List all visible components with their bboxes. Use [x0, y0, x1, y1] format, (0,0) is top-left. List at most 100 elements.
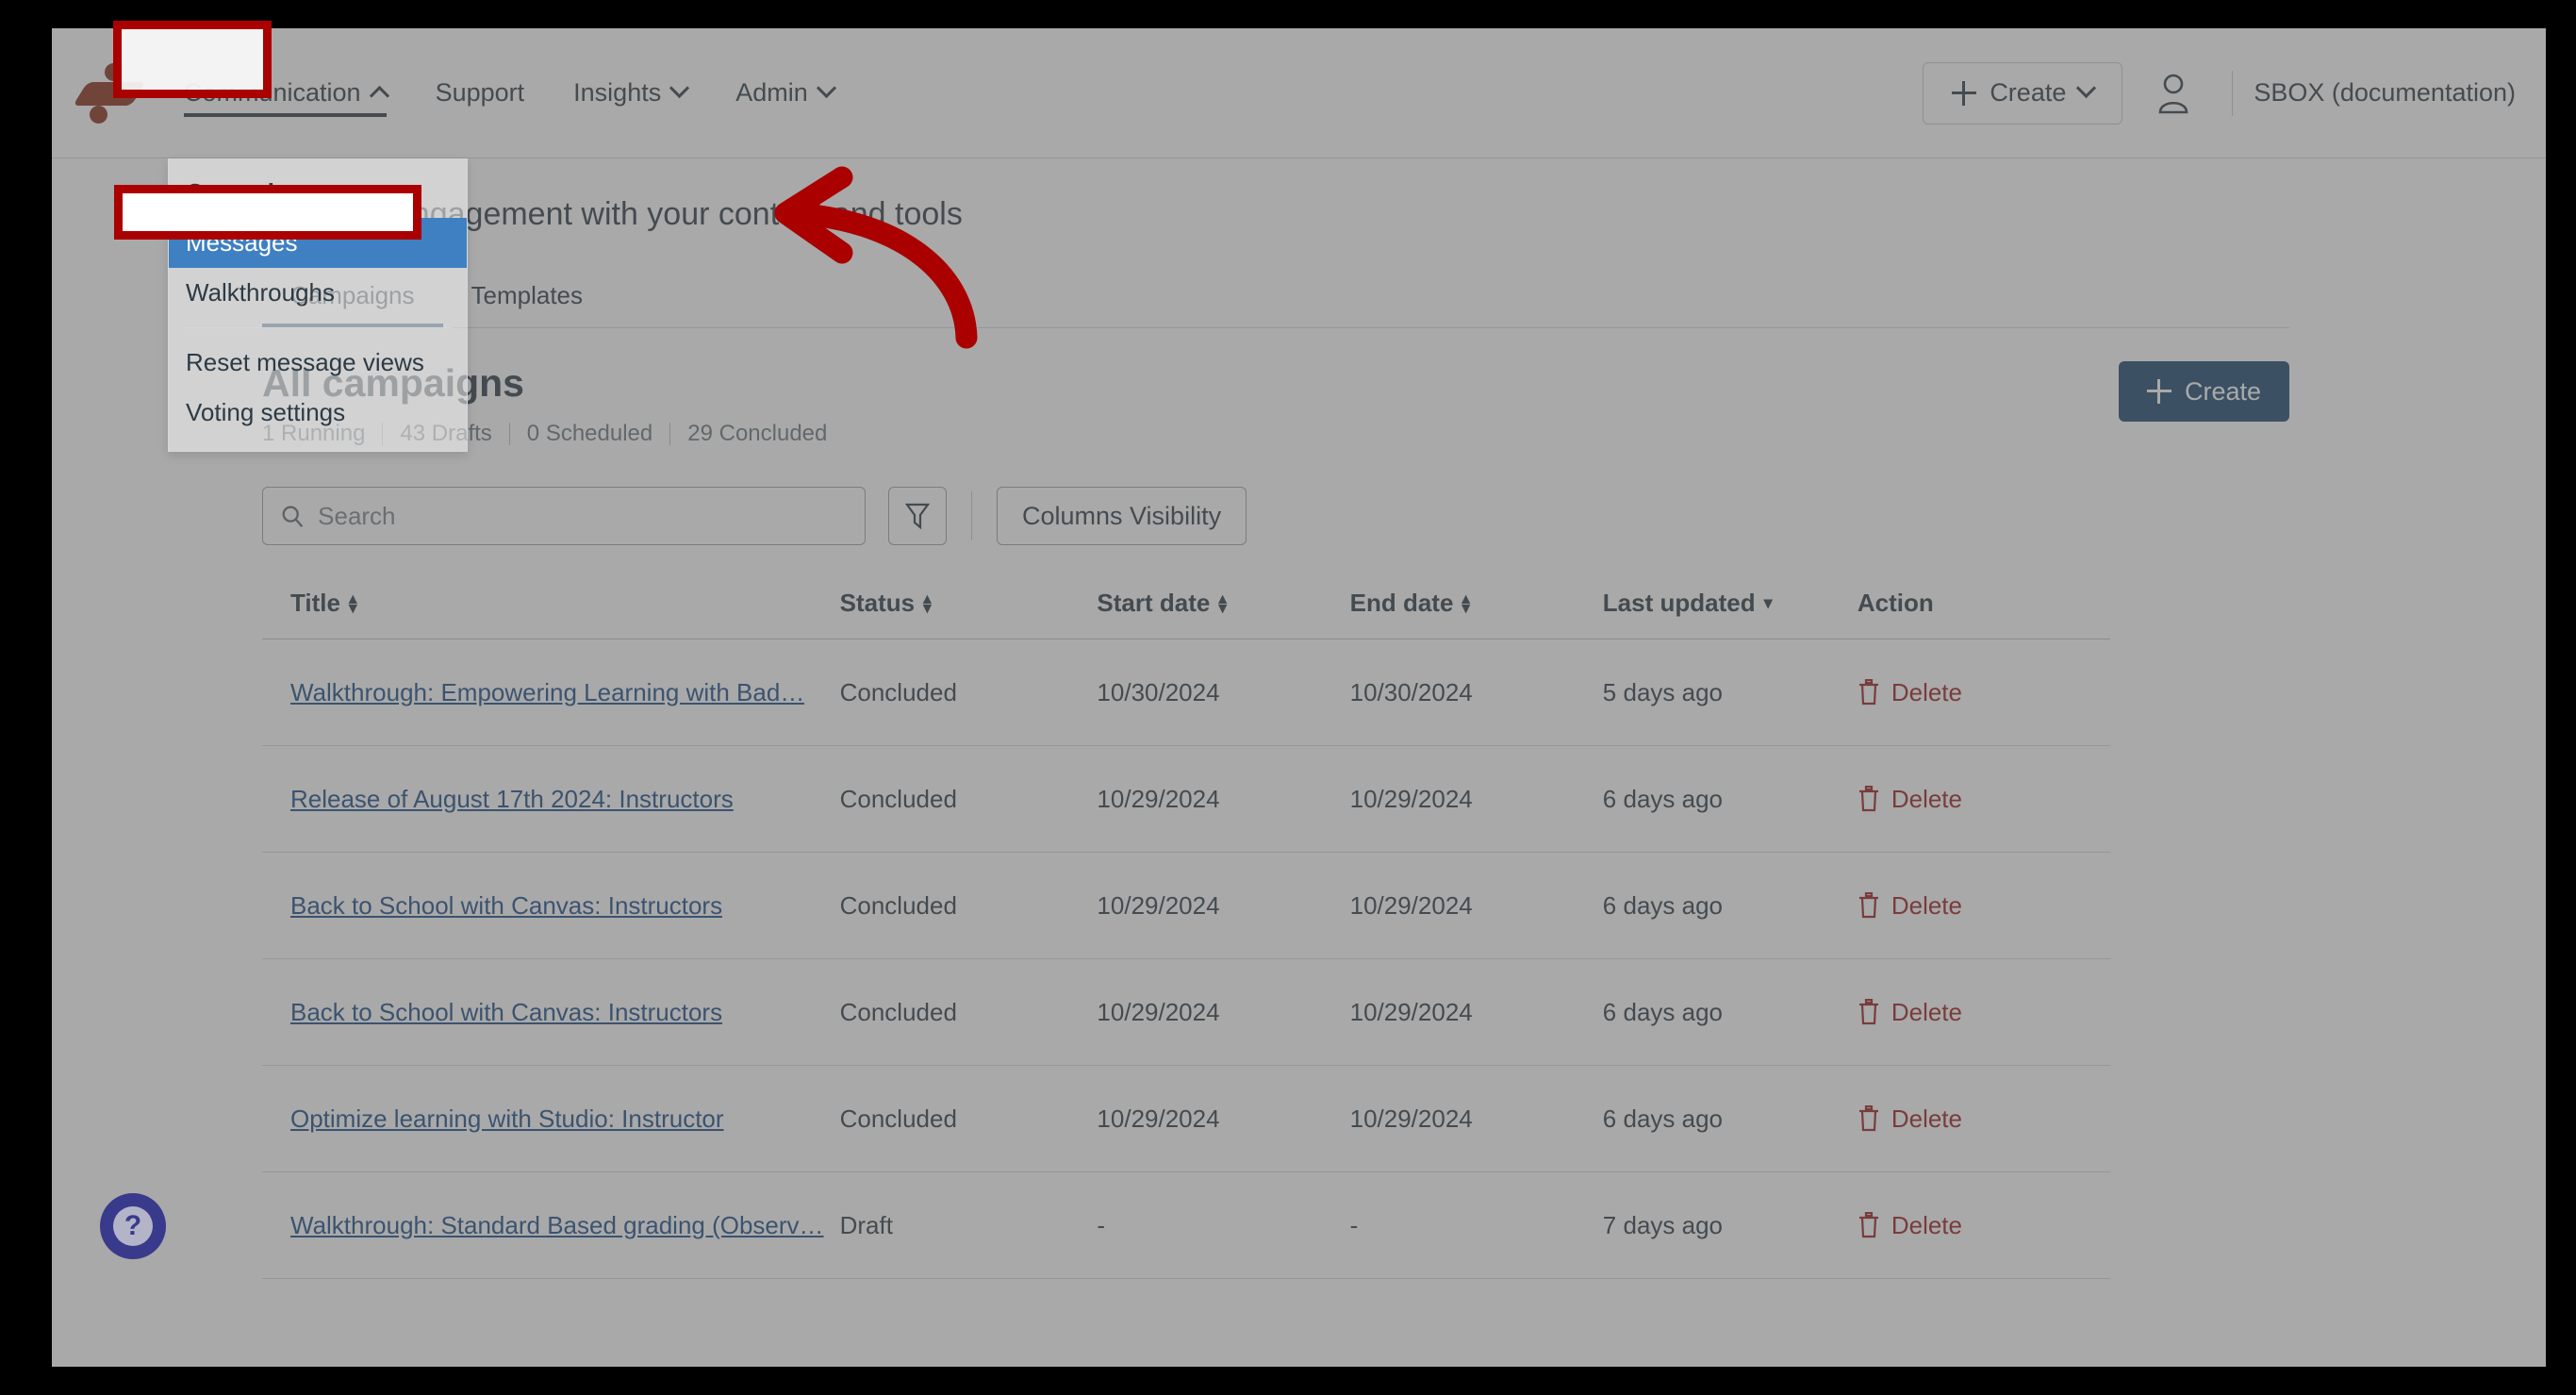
- nav-item-communication-label: Communication: [184, 78, 361, 107]
- column-header-last-updated-label: Last updated: [1602, 589, 1756, 617]
- cell-start-date: 10/29/2024: [1097, 1104, 1220, 1133]
- campaigns-panel: All campaigns 1 Running 43 Drafts 0 Sche…: [262, 361, 2289, 1279]
- delete-button[interactable]: Delete: [1858, 785, 1962, 814]
- chevron-down-icon: [2076, 77, 2097, 99]
- delete-button-label: Delete: [1891, 677, 1962, 706]
- delete-button[interactable]: Delete: [1858, 678, 1962, 707]
- nav-item-admin[interactable]: Admin: [711, 28, 858, 158]
- sort-icon: ▴ ▾: [923, 590, 932, 617]
- sort-desc-icon: ▾: [1763, 593, 1773, 612]
- plus-icon: [2146, 379, 2171, 404]
- cell-title: Walkthrough: Empowering Learning with Ba…: [262, 639, 840, 745]
- campaign-title-link[interactable]: Back to School with Canvas: Instructors: [290, 891, 722, 921]
- cell-action: Delete: [1858, 1066, 2110, 1171]
- table-header-row: Title ▴ ▾ Status ▴ ▾ Start date ▴ ▾ End d: [262, 589, 2110, 639]
- delete-button-label: Delete: [1891, 1210, 1962, 1239]
- help-button[interactable]: ?: [100, 1193, 166, 1259]
- trash-icon: [1858, 786, 1878, 812]
- delete-button[interactable]: Delete: [1858, 1104, 1962, 1134]
- nav-item-support-label: Support: [435, 78, 525, 107]
- cell-status: Concluded: [839, 677, 957, 706]
- cell-start-date: 10/29/2024: [1097, 784, 1220, 813]
- campaign-title-link[interactable]: Walkthrough: Standard Based grading (Obs…: [290, 1211, 824, 1240]
- cell-action: Delete: [1858, 853, 2110, 958]
- column-header-end-date[interactable]: End date ▴ ▾: [1350, 589, 1603, 639]
- create-button-label: Create: [2184, 376, 2261, 406]
- column-header-status[interactable]: Status ▴ ▾: [840, 589, 1098, 639]
- nav-item-insights-label: Insights: [573, 78, 662, 107]
- table-header: Title ▴ ▾ Status ▴ ▾ Start date ▴ ▾ End d: [262, 589, 2110, 639]
- table-row: Walkthrough: Empowering Learning with Ba…: [262, 639, 2110, 746]
- cell-last-updated: 6 days ago: [1602, 784, 1724, 813]
- tab-templates[interactable]: Templates: [443, 281, 612, 327]
- menu-item-voting-settings[interactable]: Voting settings: [169, 388, 467, 438]
- campaigns-table: Title ▴ ▾ Status ▴ ▾ Start date ▴ ▾ End d: [262, 589, 2110, 1279]
- nav-item-support[interactable]: Support: [411, 28, 550, 158]
- table-row: Release of August 17th 2024: Instructors…: [262, 746, 2110, 853]
- columns-visibility-label: Columns Visibility: [1022, 501, 1222, 530]
- content-tabs: Campaigns Templates: [262, 281, 2289, 328]
- nav-divider: [2232, 70, 2234, 116]
- campaign-title-link[interactable]: Back to School with Canvas: Instructors: [290, 998, 722, 1027]
- delete-button[interactable]: Delete: [1858, 998, 1962, 1027]
- column-header-title[interactable]: Title ▴ ▾: [262, 589, 840, 639]
- cell-end-date: 10/29/2024: [1349, 1104, 1473, 1133]
- cell-title: Back to School with Canvas: Instructors: [262, 959, 840, 1065]
- delete-button[interactable]: Delete: [1858, 1211, 1962, 1240]
- cell-last-updated: 6 days ago: [1602, 997, 1724, 1026]
- delete-button-label: Delete: [1891, 1104, 1962, 1133]
- menu-item-campaigns-label: Campaigns: [186, 178, 319, 207]
- top-navigation-bar: Communication Support Insights Admin Cre…: [52, 28, 2546, 158]
- delete-button[interactable]: Delete: [1858, 891, 1962, 921]
- menu-item-campaigns[interactable]: Campaigns: [169, 168, 467, 218]
- filter-icon: [905, 503, 930, 530]
- cell-status: Concluded: [839, 784, 957, 813]
- cell-title: Optimize learning with Studio: Instructo…: [262, 1066, 840, 1171]
- communication-dropdown-menu: Campaigns Messages Walkthroughs Reset me…: [168, 158, 468, 452]
- menu-item-messages-label: Messages: [186, 228, 298, 257]
- sort-icon: ▴ ▾: [348, 590, 357, 617]
- column-header-start-date[interactable]: Start date ▴ ▾: [1097, 589, 1349, 639]
- trash-icon: [1858, 1105, 1878, 1132]
- column-header-status-label: Status: [839, 589, 916, 617]
- question-mark-icon: ?: [113, 1206, 153, 1246]
- cell-status: Concluded: [839, 1104, 957, 1133]
- cell-end-date: 10/30/2024: [1349, 677, 1473, 706]
- search-box[interactable]: [262, 487, 866, 545]
- person-icon[interactable]: [2136, 62, 2211, 125]
- delete-button-label: Delete: [1891, 890, 1962, 920]
- menu-item-messages[interactable]: Messages: [169, 218, 467, 268]
- search-input[interactable]: [318, 501, 848, 531]
- columns-visibility-button[interactable]: Columns Visibility: [997, 487, 1247, 545]
- cell-start-date: -: [1097, 1210, 1106, 1239]
- cell-status: Draft: [839, 1210, 893, 1239]
- campaign-title-link[interactable]: Release of August 17th 2024: Instructors: [290, 785, 734, 814]
- create-button[interactable]: Create: [2118, 361, 2289, 422]
- trash-icon: [1858, 1212, 1878, 1238]
- table-row: Back to School with Canvas: Instructors C…: [262, 853, 2110, 959]
- table-body: Walkthrough: Empowering Learning with Ba…: [262, 639, 2110, 1279]
- campaign-title-link[interactable]: Walkthrough: Empowering Learning with Ba…: [290, 678, 804, 707]
- cell-end-date: 10/29/2024: [1349, 784, 1473, 813]
- table-toolbar: Columns Visibility: [262, 487, 2289, 545]
- table-row: Back to School with Canvas: Instructors C…: [262, 959, 2110, 1066]
- nav-item-communication[interactable]: Communication: [159, 28, 411, 158]
- cell-status: Concluded: [839, 997, 957, 1026]
- search-icon: [282, 506, 304, 527]
- menu-item-reset-message-views[interactable]: Reset message views: [169, 338, 467, 388]
- nav-item-insights[interactable]: Insights: [549, 28, 711, 158]
- column-header-last-updated[interactable]: Last updated ▾: [1603, 589, 1858, 639]
- create-button-topnav-label: Create: [1990, 78, 2067, 107]
- sort-icon: ▴ ▾: [1461, 590, 1470, 617]
- impact-logo: [69, 57, 146, 130]
- create-button-topnav[interactable]: Create: [1923, 61, 2123, 125]
- tab-templates-label: Templates: [471, 281, 584, 309]
- filter-button[interactable]: [888, 487, 947, 545]
- cell-status: Concluded: [839, 890, 957, 920]
- menu-item-walkthroughs-label: Walkthroughs: [186, 278, 335, 307]
- menu-item-walkthroughs[interactable]: Walkthroughs: [169, 268, 467, 318]
- cell-action: Delete: [1858, 1172, 2110, 1278]
- campaign-title-link[interactable]: Optimize learning with Studio: Instructo…: [290, 1104, 724, 1134]
- menu-divider: [186, 327, 452, 328]
- count-divider: [508, 423, 510, 445]
